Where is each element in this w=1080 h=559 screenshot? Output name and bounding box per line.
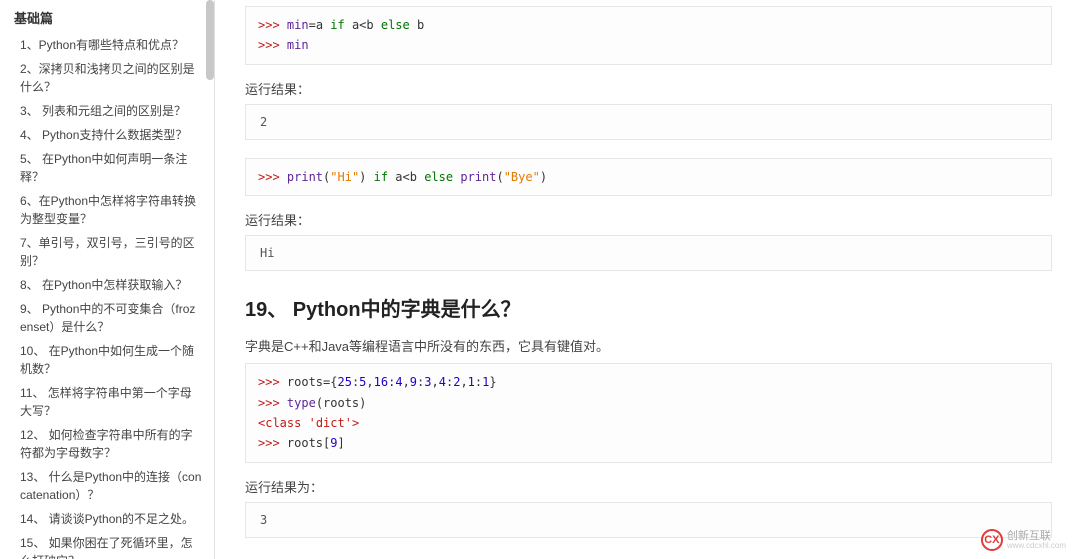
code-text: roots={ — [287, 375, 338, 389]
code-text: roots[ — [287, 436, 330, 450]
func-print: print — [287, 170, 323, 184]
code-block-print: >>> print("Hi") if a<b else print("Bye") — [245, 158, 1052, 196]
code-text — [301, 416, 308, 430]
paragraph: 字典是C++和Java等编程语言中所没有的东西，它具有键值对。 — [245, 336, 1052, 355]
code-text: , — [460, 375, 467, 389]
num: 4 — [439, 375, 446, 389]
code-block-dict: >>> roots={25:5,16:4,9:3,4:2,1:1} >>> ty… — [245, 363, 1052, 463]
num: 16 — [374, 375, 388, 389]
code-block-ternary: >>> min=a if a<b else b >>> min — [245, 6, 1052, 65]
run-result-label: 运行结果： — [245, 210, 1052, 229]
code-text: } — [489, 375, 496, 389]
logo-text: 创新互联 — [1007, 530, 1066, 542]
sidebar-item-13[interactable]: 13、 什么是Python中的连接（concatenation）？ — [14, 465, 202, 507]
code-text: ) — [359, 170, 373, 184]
result-block: Hi — [245, 235, 1052, 271]
code-text: > — [352, 416, 359, 430]
sidebar-item-2[interactable]: 2、深拷贝和浅拷贝之间的区别是什么？ — [14, 57, 202, 99]
sidebar-item-6[interactable]: 6、在Python中怎样将字符串转换为整型变量？ — [14, 189, 202, 231]
run-result-label: 运行结果为： — [245, 477, 1052, 496]
code-text: min — [287, 18, 309, 32]
code-text: (roots) — [316, 396, 367, 410]
code-text: ) — [540, 170, 547, 184]
run-result-label: 运行结果： — [245, 79, 1052, 98]
code-text: , — [432, 375, 439, 389]
num: 1 — [468, 375, 475, 389]
code-text: a<b — [345, 18, 381, 32]
code-text: =a — [309, 18, 331, 32]
num: 9 — [330, 436, 337, 450]
keyword-if: if — [330, 18, 344, 32]
sidebar-item-5[interactable]: 5、 在Python中如何声明一条注释？ — [14, 147, 202, 189]
code-text: b — [410, 18, 424, 32]
sidebar-item-12[interactable]: 12、 如何检查字符串中所有的字符都为字母数字？ — [14, 423, 202, 465]
scrollbar[interactable] — [206, 0, 214, 80]
logo-badge-icon: CX — [981, 529, 1003, 551]
code-text: ] — [338, 436, 345, 450]
sidebar-item-3[interactable]: 3、 列表和元组之间的区别是？ — [14, 99, 202, 123]
code-text: a<b — [388, 170, 424, 184]
string: "Bye" — [504, 170, 540, 184]
string: 'dict' — [309, 416, 352, 430]
sidebar-heading: 基础篇 — [14, 8, 202, 27]
result-block: 3 — [245, 502, 1052, 538]
sidebar-item-15[interactable]: 15、 如果你困在了死循环里，怎么打破它？ — [14, 531, 202, 559]
keyword-class: class — [265, 416, 301, 430]
code-text: , — [403, 375, 410, 389]
sidebar-item-9[interactable]: 9、 Python中的不可变集合（frozenset）是什么？ — [14, 297, 202, 339]
code-text: min — [287, 38, 309, 52]
num: 3 — [424, 375, 431, 389]
func-print: print — [460, 170, 496, 184]
keyword-if: if — [374, 170, 388, 184]
num: 9 — [410, 375, 417, 389]
keyword-else: else — [424, 170, 453, 184]
func-type: type — [287, 396, 316, 410]
footer-logo: CX 创新互联 www.cdcxhl.com — [981, 529, 1066, 551]
string: "Hi" — [330, 170, 359, 184]
num: 4 — [395, 375, 402, 389]
sidebar-item-10[interactable]: 10、 在Python中如何生成一个随机数？ — [14, 339, 202, 381]
code-text: , — [366, 375, 373, 389]
prompt: >>> — [258, 436, 287, 450]
logo-subtext: www.cdcxhl.com — [1007, 542, 1066, 551]
sidebar-item-11[interactable]: 11、 怎样将字符串中第一个字母大写？ — [14, 381, 202, 423]
result-block: 2 — [245, 104, 1052, 140]
code-text: ( — [496, 170, 503, 184]
sidebar-item-1[interactable]: 1、Python有哪些特点和优点？ — [14, 33, 202, 57]
sidebar: 基础篇 1、Python有哪些特点和优点？ 2、深拷贝和浅拷贝之间的区别是什么？… — [0, 0, 215, 559]
main-content: >>> min=a if a<b else b >>> min 运行结果： 2 … — [215, 0, 1080, 559]
section-heading: 19、 Python中的字典是什么？ — [245, 293, 1052, 322]
sidebar-item-14[interactable]: 14、 请谈谈Python的不足之处。 — [14, 507, 202, 531]
num: 25 — [337, 375, 351, 389]
prompt: >>> — [258, 18, 287, 32]
prompt: >>> — [258, 170, 287, 184]
prompt: >>> — [258, 375, 287, 389]
prompt: >>> — [258, 38, 287, 52]
keyword-else: else — [381, 18, 410, 32]
sidebar-item-8[interactable]: 8、 在Python中怎样获取输入？ — [14, 273, 202, 297]
sidebar-item-7[interactable]: 7、单引号，双引号，三引号的区别？ — [14, 231, 202, 273]
prompt: >>> — [258, 396, 287, 410]
sidebar-item-4[interactable]: 4、 Python支持什么数据类型？ — [14, 123, 202, 147]
